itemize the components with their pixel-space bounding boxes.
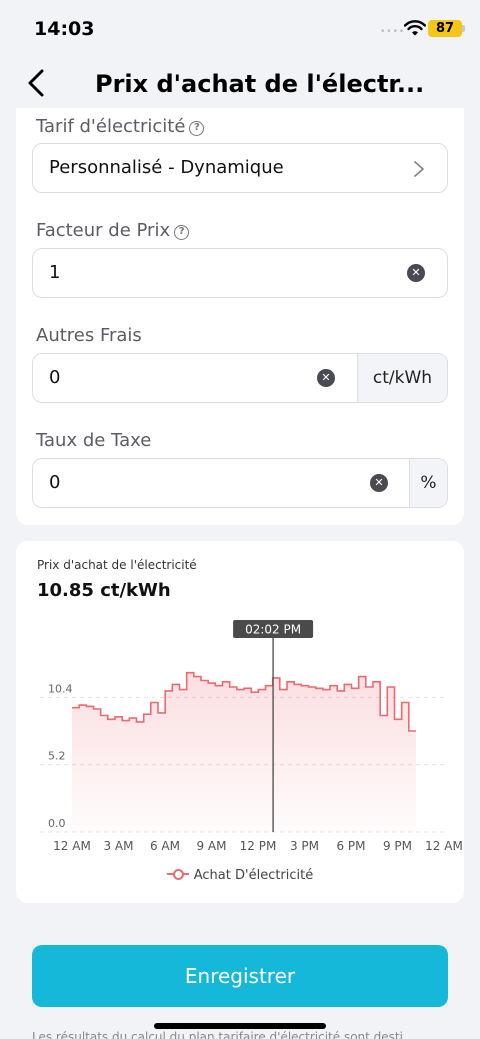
tariff-label: Tarif d'électricité? — [36, 116, 205, 137]
x-tick-label: 3 AM — [103, 839, 133, 853]
back-chevron-icon[interactable] — [24, 68, 50, 98]
help-icon[interactable]: ? — [174, 225, 190, 240]
price-factor-label-text: Facteur de Prix — [36, 220, 171, 241]
y-tick-label: 10.4 — [48, 682, 73, 695]
x-tick-label: 3 PM — [290, 839, 319, 853]
price-factor-value: 1 — [49, 262, 61, 283]
tax-rate-value: 0 — [49, 472, 61, 493]
legend-label: Achat D'électricité — [193, 868, 314, 883]
tax-rate-unit: % — [409, 459, 447, 507]
x-tick-label: 12 PM — [240, 839, 277, 853]
x-tick-label: 6 AM — [150, 839, 180, 853]
tariff-label-text: Tarif d'électricité — [36, 116, 186, 137]
status-time: 14:03 — [34, 18, 95, 40]
battery-tip — [462, 25, 465, 32]
tariff-value: Personnalisé - Dynamique — [49, 157, 284, 178]
status-bar: 14:03 •••• 87 — [0, 0, 480, 60]
battery-icon: 87 — [428, 20, 462, 37]
save-button[interactable]: Enregistrer — [32, 945, 448, 1007]
clear-icon[interactable]: ✕ — [407, 264, 425, 282]
clear-icon[interactable]: ✕ — [370, 474, 388, 492]
other-fees-unit: ct/kWh — [357, 354, 447, 402]
price-chart[interactable]: 0.0 5.2 10.4 12 AM 3 AM 6 AM 9 AM 12 PM 3 PM 6 PM… — [0, 600, 480, 900]
wifi-icon — [404, 20, 426, 36]
y-tick-label: 5.2 — [48, 750, 66, 763]
page-title: Prix d'achat de l'électr... — [95, 70, 425, 98]
nav-bar: Prix d'achat de l'électr... — [0, 60, 480, 108]
legend-marker-icon — [166, 868, 189, 880]
tax-rate-input[interactable]: 0 ✕ % — [32, 458, 448, 508]
price-factor-label: Facteur de Prix? — [36, 220, 190, 241]
y-tick-label: 0.0 — [48, 817, 66, 830]
other-fees-label: Autres Frais — [36, 325, 142, 346]
other-fees-input[interactable]: 0 ✕ ct/kWh — [32, 353, 448, 403]
chevron-right-icon — [414, 161, 424, 177]
x-tick-label: 9 AM — [196, 839, 226, 853]
price-factor-input[interactable]: 1 ✕ — [32, 248, 448, 298]
x-tick-label: 12 AM — [53, 839, 91, 853]
x-tick-label: 9 PM — [383, 839, 412, 853]
footer-note: Les résultats du calcul du plan tarifair… — [32, 1030, 403, 1039]
x-tick-label: 12 AM — [425, 839, 463, 853]
chart-legend[interactable]: Achat D'électricité — [0, 868, 480, 883]
tariff-select[interactable]: Personnalisé - Dynamique — [32, 143, 448, 193]
other-fees-value: 0 — [49, 367, 61, 388]
tax-rate-label: Taux de Taxe — [36, 430, 152, 451]
cursor-time-label: 02:02 PM — [245, 623, 301, 637]
signal-icon: •••• — [380, 27, 406, 37]
x-tick-label: 6 PM — [336, 839, 365, 853]
series-area — [72, 672, 416, 832]
chart-current-value: 10.85 ct/kWh — [37, 580, 171, 601]
home-indicator — [154, 1023, 326, 1029]
help-icon[interactable]: ? — [189, 121, 205, 136]
clear-icon[interactable]: ✕ — [317, 369, 335, 387]
chart-title: Prix d'achat de l'électricité — [37, 558, 197, 572]
